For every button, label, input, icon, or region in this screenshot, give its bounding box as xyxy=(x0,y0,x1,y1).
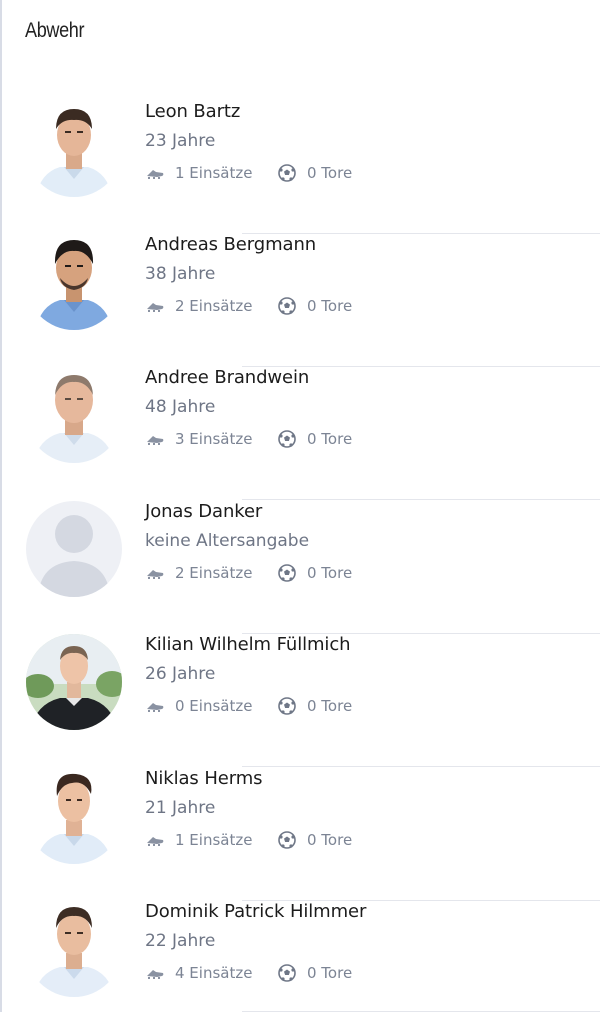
player-row[interactable]: Kilian Wilhelm Füllmich 26 Jahre 0 Einsä… xyxy=(0,634,600,767)
player-age: 21 Jahre xyxy=(145,798,216,818)
appearances-stat: 1 Einsätze xyxy=(145,164,277,182)
football-boot-icon xyxy=(145,964,165,982)
appearances-count: 3 Einsätze xyxy=(175,430,253,448)
soccer-ball-icon xyxy=(277,831,297,849)
player-name[interactable]: Andreas Bergmann xyxy=(145,234,316,255)
soccer-ball-icon xyxy=(277,697,297,715)
row-divider xyxy=(242,766,600,767)
goals-stat: 0 Tore xyxy=(277,297,352,315)
player-stats: 3 Einsätze 0 Tore xyxy=(145,429,352,449)
football-boot-icon xyxy=(145,164,165,182)
soccer-ball-icon xyxy=(277,430,297,448)
goals-count: 0 Tore xyxy=(307,564,353,582)
player-photo xyxy=(26,101,122,197)
soccer-ball-icon xyxy=(277,564,297,582)
player-photo xyxy=(26,234,122,330)
player-stats: 2 Einsätze 0 Tore xyxy=(145,296,352,316)
appearances-count: 2 Einsätze xyxy=(175,297,253,315)
player-photo xyxy=(26,367,122,463)
goals-stat: 0 Tore xyxy=(277,964,352,982)
player-age: keine Altersangabe xyxy=(145,531,310,551)
player-age: 22 Jahre xyxy=(145,931,216,951)
player-photo xyxy=(26,768,122,864)
goals-count: 0 Tore xyxy=(307,430,353,448)
player-name[interactable]: Jonas Danker xyxy=(145,501,262,522)
player-photo xyxy=(26,634,122,730)
football-boot-icon xyxy=(145,697,165,715)
goals-count: 0 Tore xyxy=(307,164,353,182)
appearances-count: 1 Einsätze xyxy=(175,164,253,182)
soccer-ball-icon xyxy=(277,297,297,315)
football-boot-icon xyxy=(145,430,165,448)
appearances-count: 2 Einsätze xyxy=(175,564,253,582)
goals-stat: 0 Tore xyxy=(277,164,352,182)
player-stats: 4 Einsätze 0 Tore xyxy=(145,963,352,983)
football-boot-icon xyxy=(145,297,165,315)
appearances-stat: 2 Einsätze xyxy=(145,297,277,315)
player-stats: 2 Einsätze 0 Tore xyxy=(145,563,352,583)
soccer-ball-icon xyxy=(277,164,297,182)
appearances-stat: 4 Einsätze xyxy=(145,964,277,982)
player-stats: 1 Einsätze 0 Tore xyxy=(145,163,352,183)
player-row[interactable]: Niklas Herms 21 Jahre 1 Einsätze 0 Tore xyxy=(0,768,600,901)
soccer-ball-icon xyxy=(277,964,297,982)
placeholder-avatar xyxy=(26,501,122,597)
player-row[interactable]: Dominik Patrick Hilmmer 22 Jahre 4 Einsä… xyxy=(0,901,600,1034)
player-photo xyxy=(26,901,122,997)
appearances-count: 4 Einsätze xyxy=(175,964,253,982)
player-row[interactable]: Andreas Bergmann 38 Jahre 2 Einsätze 0 T… xyxy=(0,234,600,367)
player-age: 38 Jahre xyxy=(145,264,216,284)
football-boot-icon xyxy=(145,564,165,582)
player-age: 23 Jahre xyxy=(145,131,216,151)
football-boot-icon xyxy=(145,831,165,849)
appearances-stat: 1 Einsätze xyxy=(145,831,277,849)
player-row[interactable]: Jonas Danker keine Altersangabe 2 Einsät… xyxy=(0,501,600,634)
appearances-stat: 0 Einsätze xyxy=(145,697,277,715)
goals-stat: 0 Tore xyxy=(277,697,352,715)
row-divider xyxy=(242,499,600,500)
player-row[interactable]: Leon Bartz 23 Jahre 1 Einsätze 0 Tore xyxy=(0,101,600,234)
appearances-stat: 2 Einsätze xyxy=(145,564,277,582)
appearances-stat: 3 Einsätze xyxy=(145,430,277,448)
appearances-count: 1 Einsätze xyxy=(175,831,253,849)
player-name[interactable]: Kilian Wilhelm Füllmich xyxy=(145,634,351,655)
player-list: Leon Bartz 23 Jahre 1 Einsätze 0 Tore An… xyxy=(0,0,600,1012)
player-stats: 1 Einsätze 0 Tore xyxy=(145,830,352,850)
player-stats: 0 Einsätze 0 Tore xyxy=(145,696,352,716)
goals-stat: 0 Tore xyxy=(277,564,352,582)
player-name[interactable]: Andree Brandwein xyxy=(145,367,309,388)
player-name[interactable]: Dominik Patrick Hilmmer xyxy=(145,901,366,922)
goals-count: 0 Tore xyxy=(307,831,353,849)
player-row[interactable]: Andree Brandwein 48 Jahre 3 Einsätze 0 T… xyxy=(0,367,600,500)
goals-stat: 0 Tore xyxy=(277,430,352,448)
goals-stat: 0 Tore xyxy=(277,831,352,849)
player-age: 26 Jahre xyxy=(145,664,216,684)
goals-count: 0 Tore xyxy=(307,697,353,715)
goals-count: 0 Tore xyxy=(307,964,353,982)
appearances-count: 0 Einsätze xyxy=(175,697,253,715)
player-age: 48 Jahre xyxy=(145,397,216,417)
player-name[interactable]: Niklas Herms xyxy=(145,768,263,789)
goals-count: 0 Tore xyxy=(307,297,353,315)
player-name[interactable]: Leon Bartz xyxy=(145,101,240,122)
